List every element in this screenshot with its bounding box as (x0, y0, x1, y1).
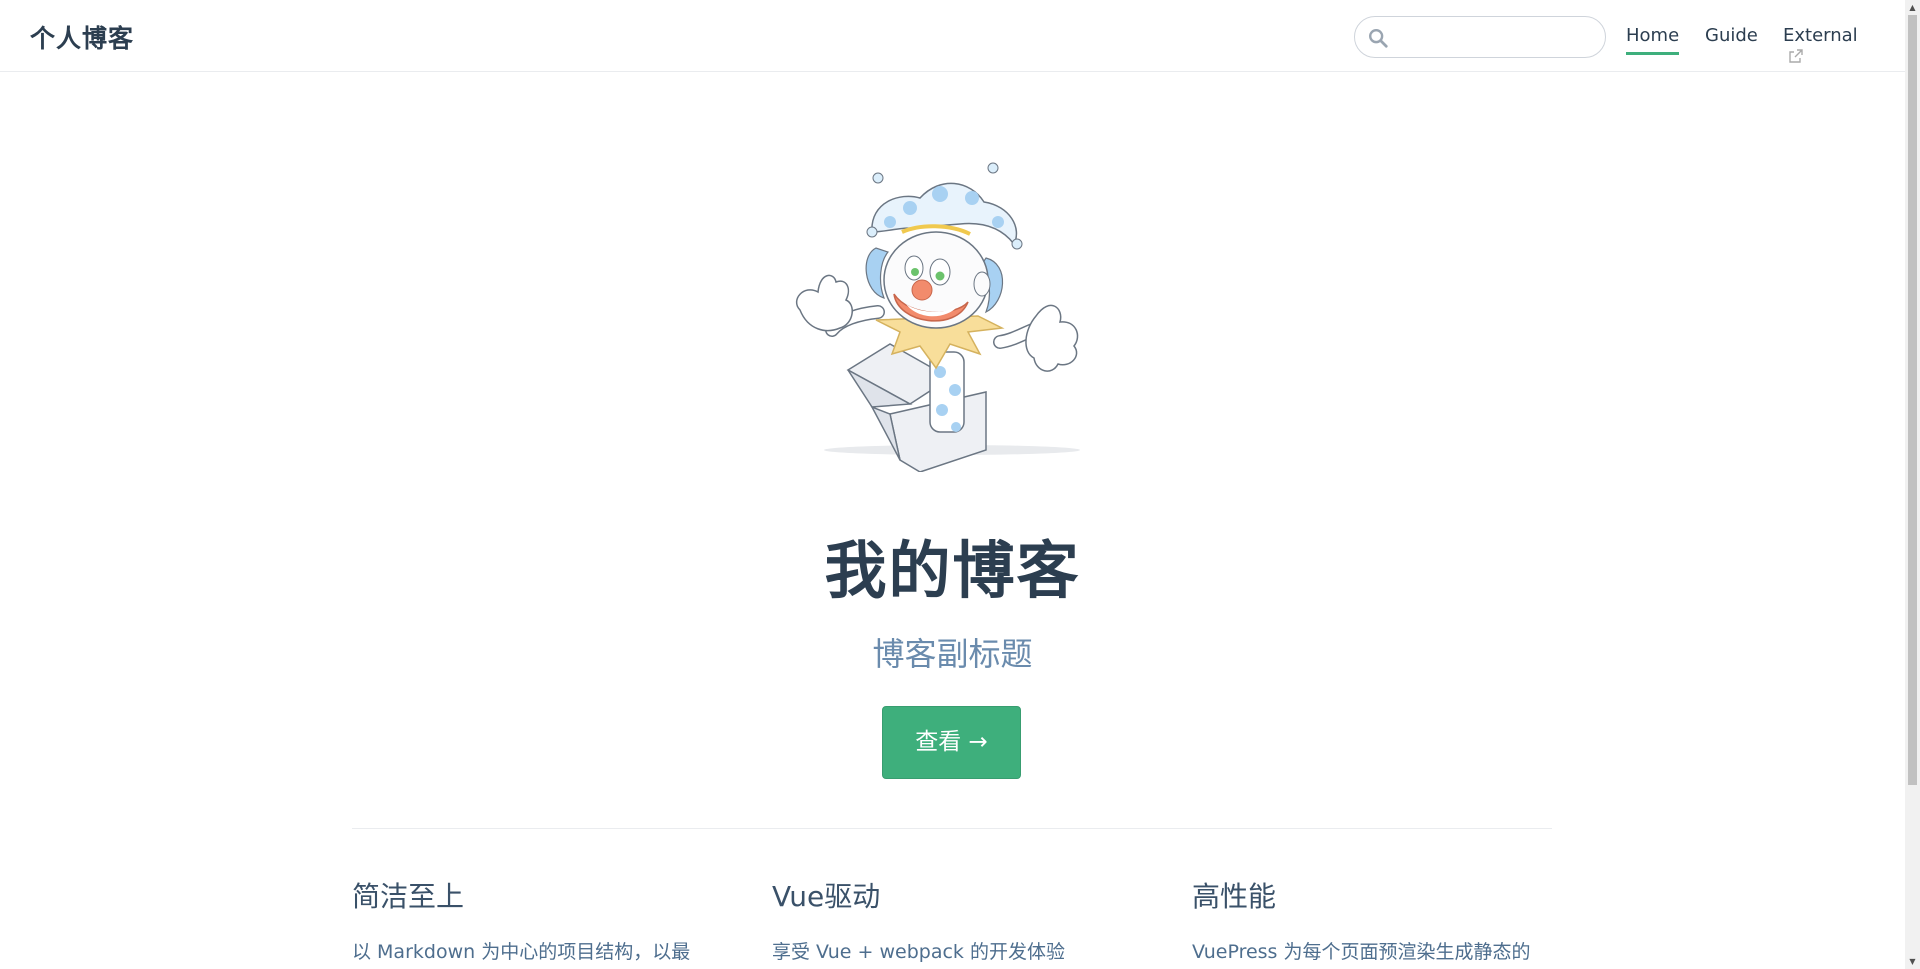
scroll-up-arrow-icon[interactable]: ▲ (1905, 0, 1920, 15)
scroll-down-arrow-icon[interactable]: ▼ (1905, 954, 1920, 969)
feature-details: 享受 Vue + webpack 的开发体验 (772, 941, 1065, 963)
search-icon (1369, 29, 1388, 48)
feature-details: VuePress 为每个页面预渲染生成静态的 (1192, 941, 1531, 963)
hero-title: 我的博客 (824, 534, 1081, 607)
feature-title: 简洁至上 (352, 880, 465, 913)
divider (352, 828, 1552, 829)
search-box[interactable] (1354, 16, 1606, 58)
site-name[interactable]: 个人博客 (30, 19, 134, 55)
hero-description: 博客副标题 (872, 635, 1033, 673)
nav-link-external[interactable]: External (1783, 25, 1858, 67)
feature-item: 简洁至上 以 Markdown 为中心的项目结构，以最 (352, 875, 712, 967)
feature-item: 高性能 VuePress 为每个页面预渲染生成静态的 (1192, 875, 1552, 967)
scroll-thumb[interactable] (1908, 15, 1917, 785)
action-button[interactable]: 查看 → (882, 706, 1021, 779)
feature-title: Vue驱动 (772, 880, 881, 913)
external-link-icon (1789, 49, 1803, 63)
nav-link-guide[interactable]: Guide (1705, 25, 1758, 46)
feature-title: 高性能 (1192, 880, 1277, 913)
search-input[interactable] (1397, 23, 1593, 51)
navbar: 个人博客 Home Guide External (0, 0, 1905, 72)
feature-details: 以 Markdown 为中心的项目结构，以最 (352, 941, 691, 963)
feature-item: Vue驱动 享受 Vue + webpack 的开发体验 (772, 875, 1132, 967)
nav-link-home[interactable]: Home (1626, 25, 1680, 55)
hero-image-clown (795, 162, 1080, 472)
nav-link-external-label: External (1783, 25, 1858, 46)
scrollbar[interactable]: ▲ ▼ (1905, 0, 1920, 969)
